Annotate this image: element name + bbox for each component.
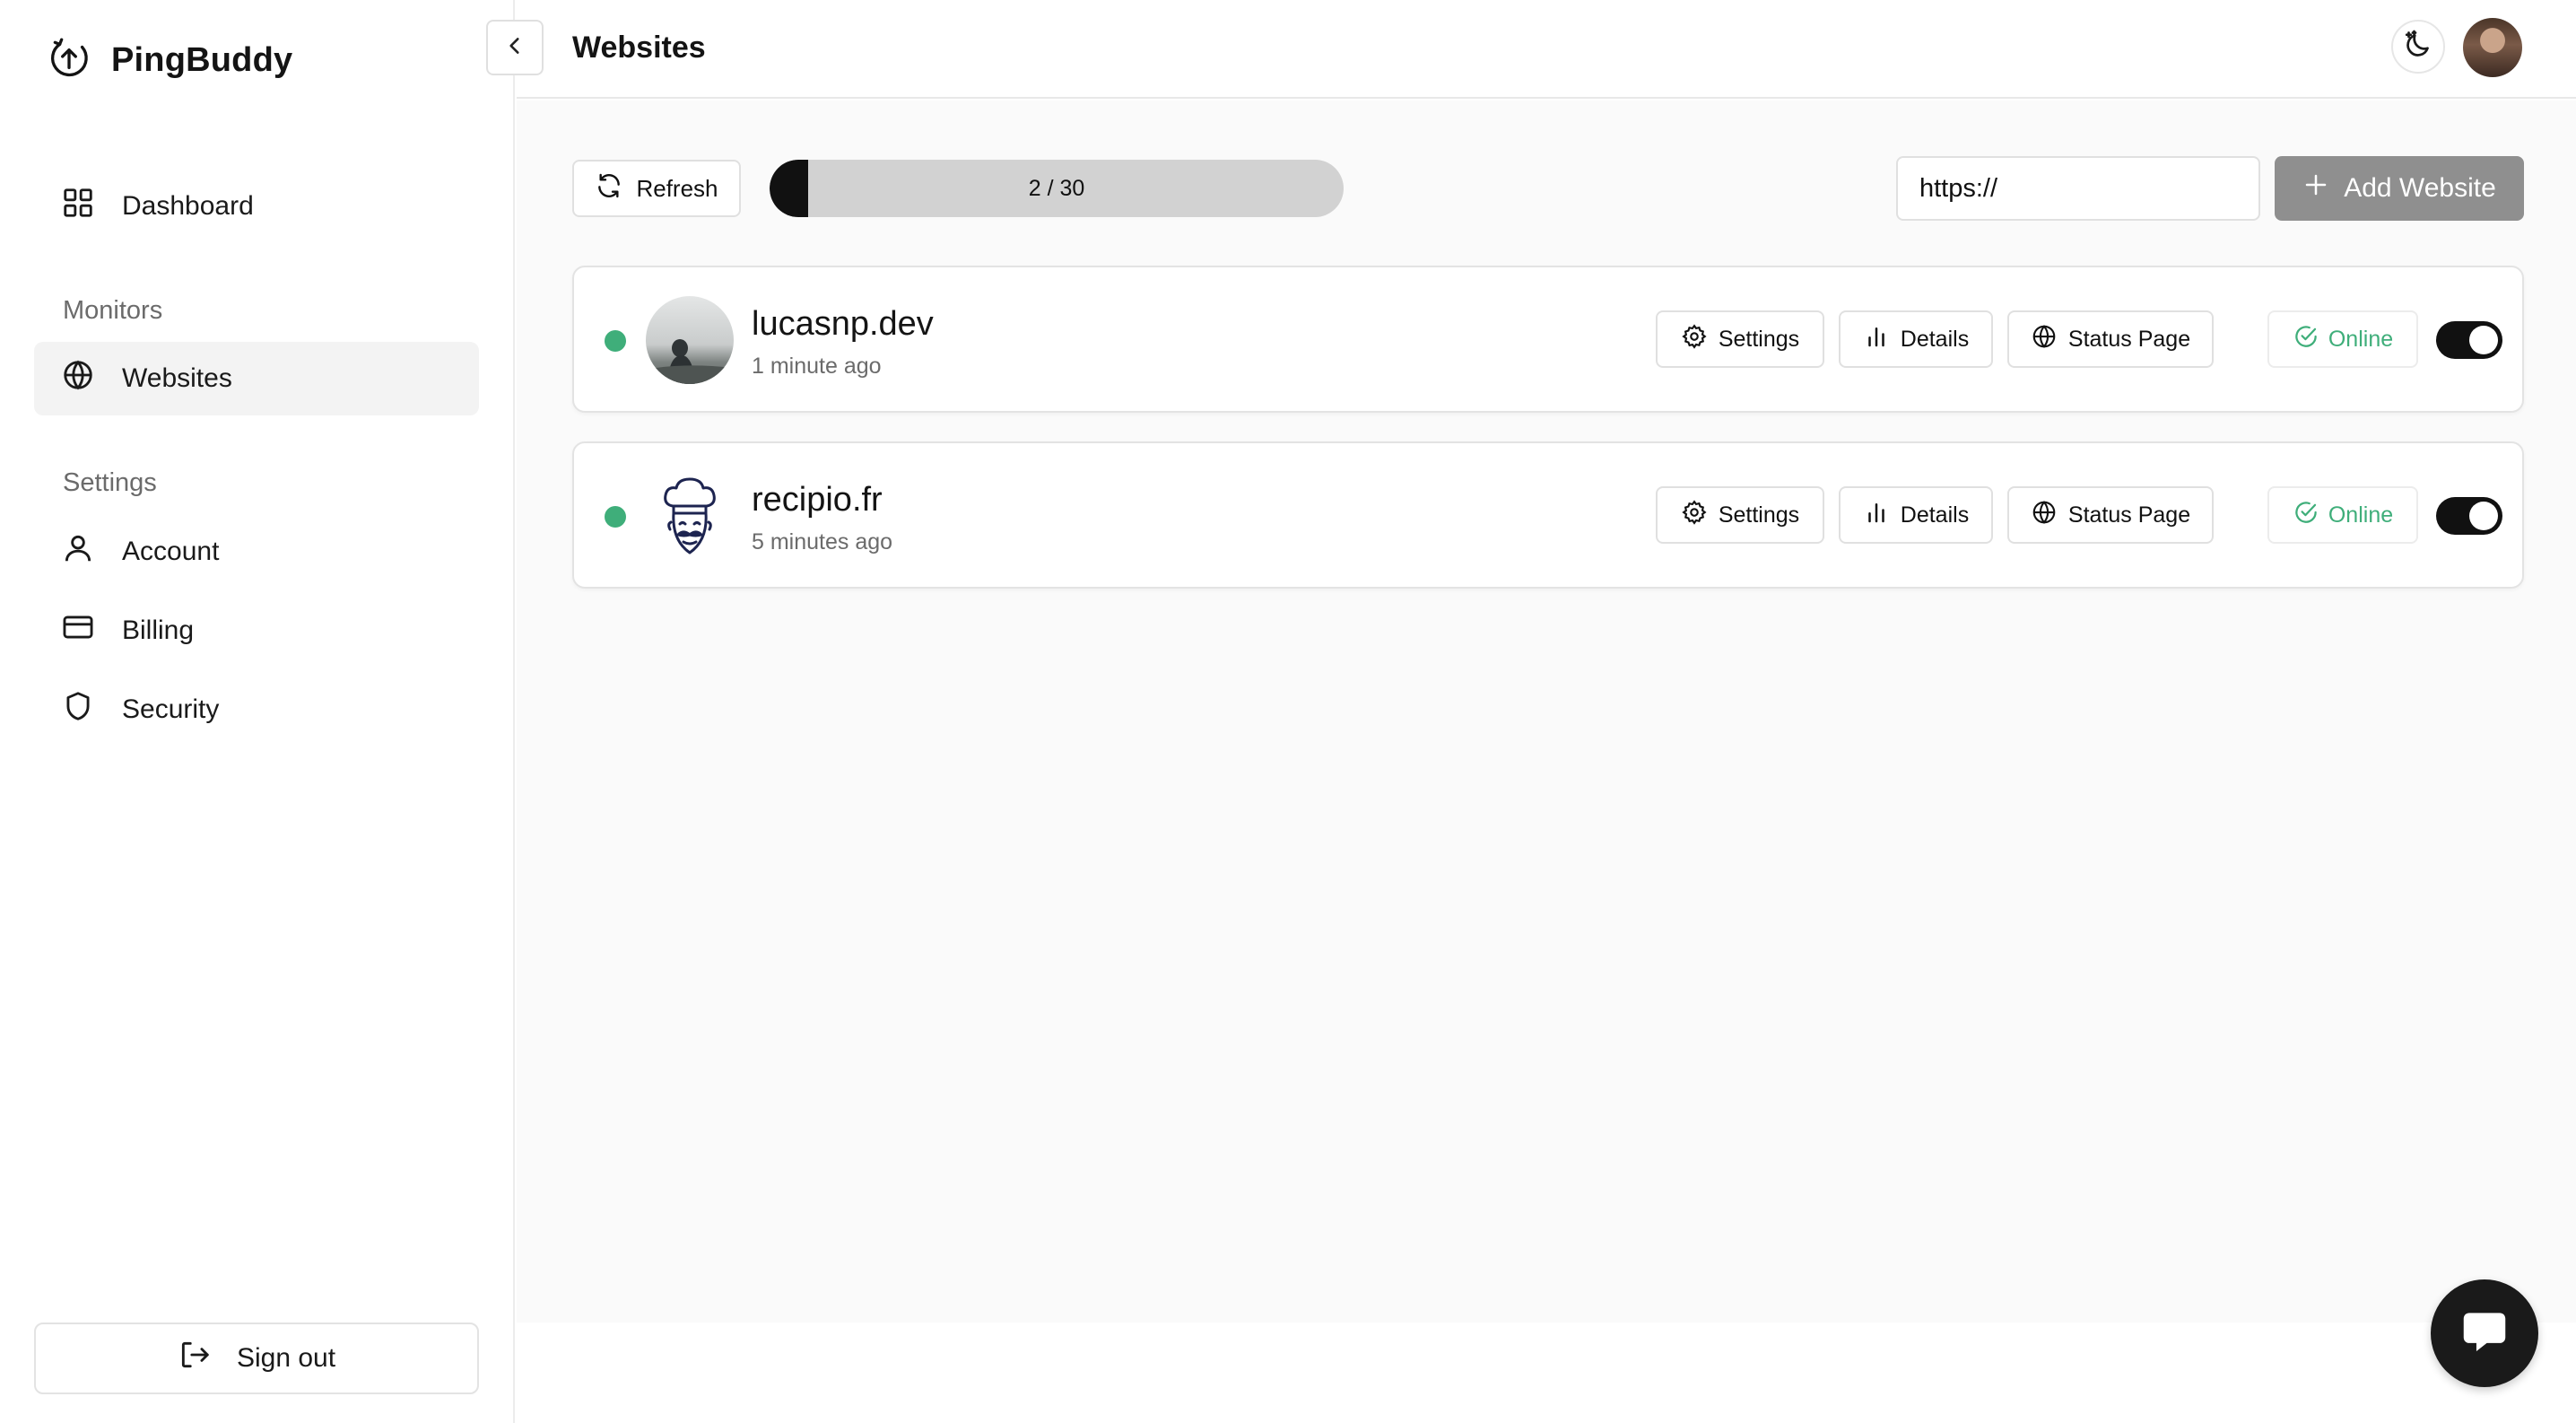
monitor-toggle[interactable] [2436, 321, 2502, 359]
gear-icon [1681, 499, 1708, 532]
credit-card-icon [61, 610, 95, 651]
sidebar-item-security[interactable]: Security [34, 673, 479, 746]
page-title: Websites [572, 31, 706, 65]
status-page-button[interactable]: Status Page [2007, 310, 2214, 368]
quota-text: 2 / 30 [1028, 176, 1085, 201]
status-dot [605, 506, 626, 528]
add-website-button[interactable]: Add Website [2275, 156, 2524, 221]
settings-label: Settings [1718, 326, 1800, 352]
brand-name: PingBuddy [111, 41, 293, 79]
website-url-input[interactable] [1896, 156, 2260, 221]
support-chat-button[interactable] [2431, 1279, 2538, 1387]
chef-logo-icon [646, 472, 734, 560]
details-label: Details [1900, 502, 1970, 528]
refresh-button[interactable]: Refresh [572, 160, 741, 217]
check-circle-icon [2293, 499, 2319, 532]
status-page-button[interactable]: Status Page [2007, 486, 2214, 544]
globe-icon [2031, 323, 2058, 356]
sidebar-item-label: Security [122, 694, 220, 724]
collapse-sidebar-button[interactable] [486, 20, 544, 75]
website-name[interactable]: recipio.fr [752, 481, 883, 519]
refresh-icon [595, 171, 623, 206]
status-label: Online [2328, 502, 2394, 528]
sidebar-item-label: Account [122, 537, 220, 566]
shield-icon [61, 689, 95, 730]
bar-chart-icon [1863, 323, 1890, 356]
sidebar-item-dashboard[interactable]: Dashboard [34, 170, 479, 243]
last-checked: 5 minutes ago [752, 529, 893, 554]
chevron-left-icon [503, 34, 527, 62]
globe-icon [2031, 499, 2058, 532]
log-out-icon [178, 1338, 212, 1379]
website-card: recipio.fr 5 minutes ago Settings Detail… [572, 441, 2524, 589]
status-label: Online [2328, 326, 2394, 352]
moon-stars-icon [2402, 29, 2434, 65]
sign-out-label: Sign out [236, 1343, 336, 1373]
settings-button[interactable]: Settings [1656, 310, 1824, 368]
sidebar-item-billing[interactable]: Billing [34, 594, 479, 668]
details-button[interactable]: Details [1839, 486, 1993, 544]
check-circle-icon [2293, 323, 2319, 356]
user-icon [61, 531, 95, 572]
grid-icon [61, 186, 95, 227]
section-label-settings: Settings [63, 468, 157, 497]
top-header: Websites [486, 0, 2576, 99]
details-label: Details [1900, 326, 1970, 352]
details-button[interactable]: Details [1839, 310, 1993, 368]
status-badge: Online [2267, 310, 2418, 368]
sidebar-item-websites[interactable]: Websites [34, 342, 479, 415]
refresh-label: Refresh [636, 174, 718, 202]
theme-toggle-button[interactable] [2391, 20, 2445, 74]
globe-icon [61, 358, 95, 399]
status-page-label: Status Page [2067, 502, 2191, 528]
sidebar-item-label: Billing [122, 615, 195, 645]
add-website-label: Add Website [2344, 173, 2496, 203]
sidebar: PingBuddy Dashboard Monitors Websites Se… [0, 0, 515, 1423]
brand[interactable]: PingBuddy [47, 36, 292, 85]
sidebar-item-label: Dashboard [122, 191, 254, 221]
bar-chart-icon [1863, 499, 1890, 532]
settings-button[interactable]: Settings [1656, 486, 1824, 544]
website-card: lucasnp.dev 1 minute ago Settings Detail… [572, 266, 2524, 413]
status-page-label: Status Page [2067, 326, 2191, 352]
settings-label: Settings [1718, 502, 1800, 528]
footer-area [517, 1323, 2576, 1423]
gear-icon [1681, 323, 1708, 356]
last-checked: 1 minute ago [752, 354, 882, 379]
site-logo [646, 296, 734, 384]
plus-icon [2302, 171, 2329, 205]
sidebar-item-label: Websites [122, 363, 232, 393]
sign-out-button[interactable]: Sign out [34, 1323, 479, 1394]
status-badge: Online [2267, 486, 2418, 544]
user-avatar[interactable] [2463, 18, 2522, 77]
sidebar-item-account[interactable]: Account [34, 515, 479, 589]
monitor-quota-bar: 2 / 30 [770, 160, 1344, 217]
logo-icon [47, 36, 91, 85]
monitor-toggle[interactable] [2436, 497, 2502, 535]
website-name[interactable]: lucasnp.dev [752, 305, 934, 344]
chat-bubble-icon [2457, 1304, 2512, 1364]
section-label-monitors: Monitors [63, 296, 163, 325]
status-dot [605, 330, 626, 352]
main-content: Refresh 2 / 30 Add Website lucasnp.dev 1… [517, 100, 2576, 1323]
